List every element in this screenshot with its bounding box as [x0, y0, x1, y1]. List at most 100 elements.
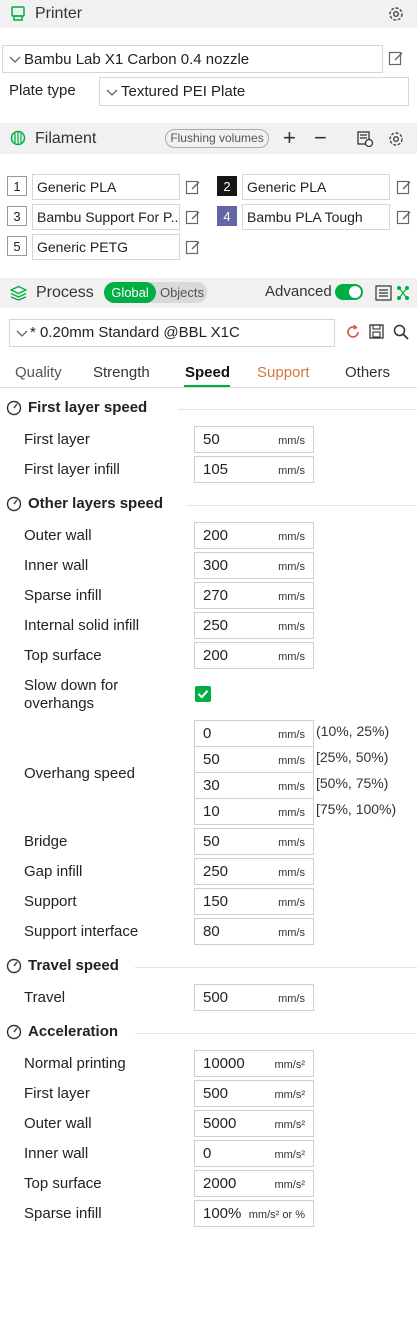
setting-label: First layer [24, 1085, 90, 1102]
filament-spool-icon [10, 130, 26, 146]
setting-input[interactable]: 500 mm/s² [194, 1080, 314, 1107]
section-divider [186, 505, 417, 506]
setting-input[interactable]: 10 mm/s [194, 798, 314, 825]
process-preset-select[interactable]: * 0.20mm Standard @BBL X1C [9, 319, 335, 347]
tab-strength[interactable]: Strength [93, 364, 150, 381]
setting-input[interactable]: 0 mm/s² [194, 1140, 314, 1167]
setting-input[interactable]: 50 mm/s [194, 426, 314, 453]
setting-input[interactable]: 0 mm/s [194, 720, 314, 747]
tab-support[interactable]: Support [257, 364, 310, 381]
section-title: Travel speed [28, 957, 119, 974]
setting-input[interactable]: 105 mm/s [194, 456, 314, 483]
setting-input[interactable]: 10000 mm/s² [194, 1050, 314, 1077]
setting-input[interactable]: 150 mm/s [194, 888, 314, 915]
setting-input[interactable]: 250 mm/s [194, 612, 314, 639]
section-divider [178, 409, 417, 410]
sync-filament-icon[interactable] [356, 130, 374, 148]
unit-label: mm/s² [274, 1119, 305, 1131]
setting-input[interactable]: 80 mm/s [194, 918, 314, 945]
unit-label: mm/s [278, 729, 305, 741]
add-filament-button[interactable]: + [283, 125, 296, 151]
filament-number-badge[interactable]: 2 [217, 176, 237, 196]
filament-number-badge[interactable]: 1 [7, 176, 27, 196]
setting-input[interactable]: 50 mm/s [194, 828, 314, 855]
chevron-down-icon [106, 89, 118, 96]
filament-select[interactable]: Bambu PLA Tough [242, 204, 390, 230]
global-toggle-option[interactable]: Global [104, 282, 156, 303]
filament-edit-icon[interactable] [396, 179, 412, 195]
printer-preset-value: Bambu Lab X1 Carbon 0.4 nozzle [24, 51, 250, 68]
advanced-toggle-switch[interactable] [335, 284, 363, 300]
setting-input[interactable]: 2000 mm/s² [194, 1170, 314, 1197]
setting-input[interactable]: 270 mm/s [194, 582, 314, 609]
section-title: Acceleration [28, 1023, 119, 1040]
printer-settings-gear-icon[interactable] [387, 5, 405, 23]
filament-number-badge[interactable]: 3 [7, 206, 27, 226]
list-view-icon[interactable] [375, 285, 392, 301]
setting-label: Bridge [24, 833, 68, 850]
tab-speed[interactable]: Speed [185, 364, 230, 381]
setting-value: 10 [203, 803, 220, 820]
compare-icon[interactable] [396, 285, 410, 301]
setting-value: 10000 [203, 1055, 245, 1072]
setting-input[interactable]: 300 mm/s [194, 552, 314, 579]
setting-value: 500 [203, 989, 229, 1006]
layers-icon [10, 285, 27, 301]
setting-label: Gap infill [24, 863, 83, 880]
global-objects-toggle[interactable]: Global Objects [104, 282, 207, 303]
filament-edit-icon[interactable] [185, 209, 201, 225]
printer-header: Printer [0, 0, 417, 28]
toggle-knob [349, 286, 361, 298]
unit-label: mm/s [278, 993, 305, 1005]
slow-down-checkbox[interactable] [195, 686, 211, 702]
unit-label: mm/s² [274, 1179, 305, 1191]
setting-input[interactable]: 50 mm/s [194, 746, 314, 773]
unit-label: mm/s [278, 531, 305, 543]
setting-value: 150 [203, 893, 229, 910]
reset-preset-icon[interactable] [345, 324, 361, 340]
setting-input[interactable]: 100% mm/s² or % [194, 1200, 314, 1227]
overhang-range-label: (10%, 25%) [316, 723, 390, 739]
flushing-volumes-button[interactable]: Flushing volumes [165, 129, 269, 148]
setting-value: 2000 [203, 1175, 237, 1192]
filament-select[interactable]: Generic PETG [32, 234, 180, 260]
overhang-speed-label: Overhang speed [24, 765, 135, 782]
checkmark-icon [197, 690, 209, 699]
unit-label: mm/s [278, 465, 305, 477]
section-title: Other layers speed [28, 495, 164, 512]
setting-input[interactable]: 200 mm/s [194, 642, 314, 669]
setting-input[interactable]: 500 mm/s [194, 984, 314, 1011]
unit-label: mm/s² [274, 1059, 305, 1071]
filament-edit-icon[interactable] [396, 209, 412, 225]
filament-select[interactable]: Generic PLA [242, 174, 390, 200]
setting-input[interactable]: 250 mm/s [194, 858, 314, 885]
objects-toggle-option[interactable]: Objects [157, 282, 207, 303]
filament-edit-icon[interactable] [185, 239, 201, 255]
save-preset-icon[interactable] [369, 324, 384, 339]
tab-quality[interactable]: Quality [15, 364, 62, 381]
setting-input[interactable]: 5000 mm/s² [194, 1110, 314, 1137]
printer-edit-icon[interactable] [388, 50, 404, 66]
search-icon[interactable] [393, 324, 409, 340]
setting-input[interactable]: 200 mm/s [194, 522, 314, 549]
setting-label: Outer wall [24, 1115, 92, 1132]
setting-value: 50 [203, 431, 220, 448]
tab-others[interactable]: Others [345, 364, 390, 381]
slow-down-label: Slow down for [24, 677, 119, 694]
unit-label: mm/s [278, 927, 305, 939]
printer-preset-select[interactable]: Bambu Lab X1 Carbon 0.4 nozzle [2, 45, 383, 73]
remove-filament-button[interactable]: − [314, 125, 327, 151]
setting-label: Support [24, 893, 77, 910]
overhang-range-label: [50%, 75%) [316, 775, 389, 791]
setting-input[interactable]: 30 mm/s [194, 772, 314, 799]
setting-value: 200 [203, 647, 229, 664]
setting-value: 50 [203, 751, 220, 768]
filament-number-badge[interactable]: 5 [7, 236, 27, 256]
filament-select[interactable]: Bambu Support For P... [32, 204, 180, 230]
filament-select[interactable]: Generic PLA [32, 174, 180, 200]
filament-number-badge[interactable]: 4 [217, 206, 237, 226]
setting-label: Top surface [24, 647, 102, 664]
filament-settings-gear-icon[interactable] [387, 130, 405, 148]
filament-edit-icon[interactable] [185, 179, 201, 195]
plate-type-select[interactable]: Textured PEI Plate [99, 77, 409, 106]
